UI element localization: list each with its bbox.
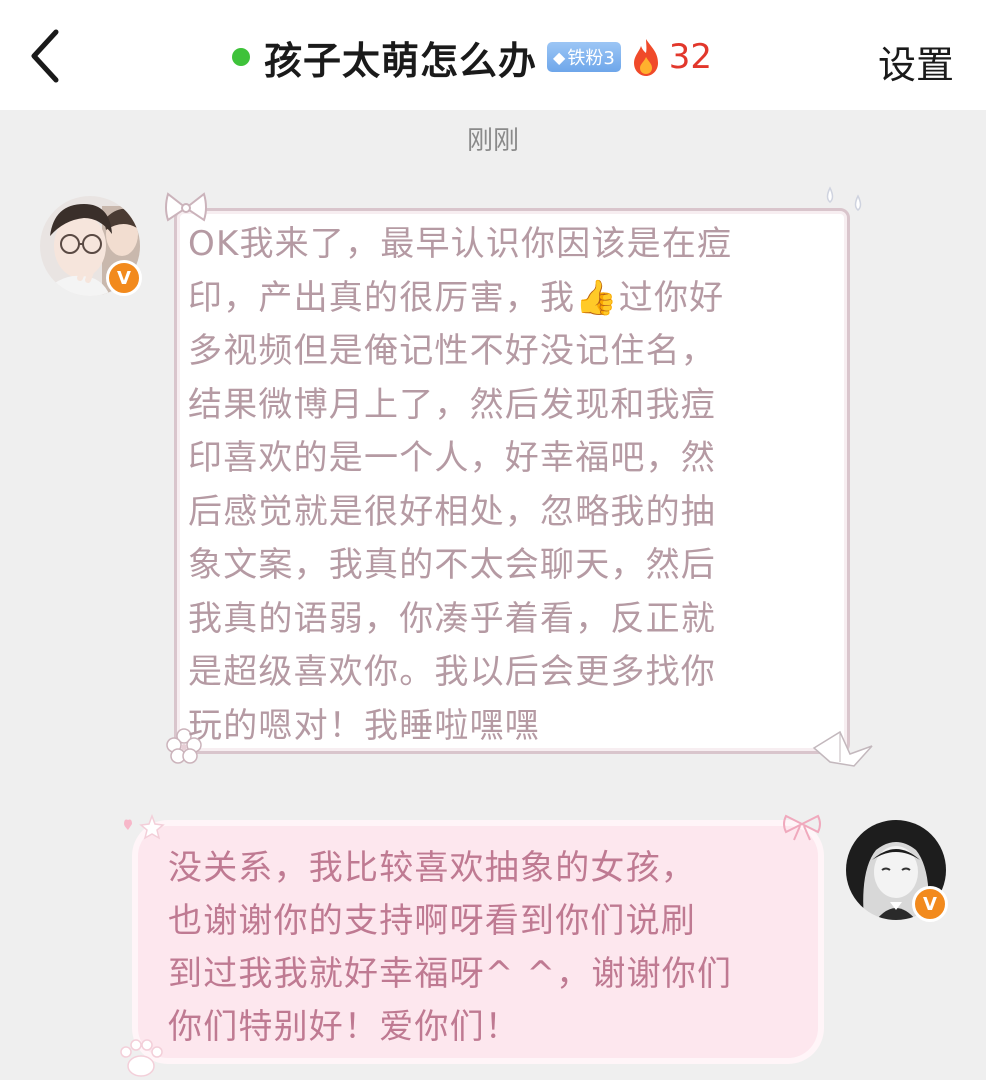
message-line: 我真的语弱，你凑乎着看，反正就	[188, 598, 716, 639]
pink-bow-icon	[783, 814, 821, 841]
heat-count: 32	[668, 37, 713, 77]
message-line-part: 过你好	[618, 277, 725, 318]
droplet-icon	[826, 186, 862, 211]
incoming-message-text: OK我来了，最早认识你因该是在痘 印，产出真的很厉害，我👍过你好 多视频但是俺记…	[188, 218, 818, 753]
online-status-dot	[232, 48, 250, 66]
fan-level-badge: ◆ 铁粉3	[547, 42, 621, 72]
message-line-part: 印，产出真的很厉害，我	[188, 277, 576, 318]
sender-avatar[interactable]: V	[40, 196, 142, 296]
message-line: 玩的嗯对！我睡啦嘿嘿	[188, 705, 540, 746]
fire-icon	[633, 39, 658, 76]
paper-crane-icon	[812, 730, 873, 767]
back-button[interactable]	[22, 26, 70, 86]
message-timestamp: 刚刚	[466, 126, 519, 156]
message-line: 印，产出真的很厉害，我👍过你好	[188, 272, 818, 326]
paw-icon	[120, 1039, 163, 1077]
diamond-icon: ◆	[553, 47, 566, 67]
thumbs-up-icon: 👍	[575, 277, 619, 318]
message-line: 印喜欢的是一个人，好幸福吧，然	[188, 438, 716, 478]
verified-badge: V	[912, 886, 948, 922]
verified-badge: V	[106, 260, 142, 296]
message-line: 没关系，我比较喜欢抽象的女孩，	[168, 848, 696, 888]
heart-star-icon	[124, 813, 165, 840]
message-line: 你们特别好！爱你们！	[168, 1007, 520, 1047]
fan-level-label: 铁粉3	[567, 48, 615, 69]
settings-button[interactable]: 设置	[878, 34, 954, 89]
chat-title: 孩子太萌怎么办	[264, 38, 538, 83]
outgoing-message-text: 没关系，我比较喜欢抽象的女孩， 也谢谢你的支持啊呀看到你们说刷 到过我我就好幸福…	[168, 842, 798, 1054]
chevron-left-icon	[31, 29, 59, 83]
message-line: 多视频但是俺记性不好没记住名，	[188, 331, 716, 371]
message-line: 是超级喜欢你。我以后会更多找你	[188, 652, 716, 692]
title-group[interactable]: 孩子太萌怎么办 ◆ 铁粉3 32	[232, 30, 712, 84]
message-line: 结果微博月上了，然后发现和我痘	[188, 384, 716, 425]
message-line: 后感觉就是很好相处，忽略我的抽	[188, 491, 716, 532]
message-line: 也谢谢你的支持啊呀看到你们说刷	[168, 901, 696, 941]
message-line: OK我来了，最早认识你因该是在痘	[188, 224, 733, 264]
message-line: 象文案，我真的不太会聊天，然后	[188, 545, 716, 585]
chat-header: 孩子太萌怎么办 ◆ 铁粉3 32 设置	[0, 0, 986, 110]
message-line: 到过我我就好幸福呀^ ^，谢谢你们	[168, 954, 733, 994]
own-avatar[interactable]: V	[846, 820, 948, 922]
